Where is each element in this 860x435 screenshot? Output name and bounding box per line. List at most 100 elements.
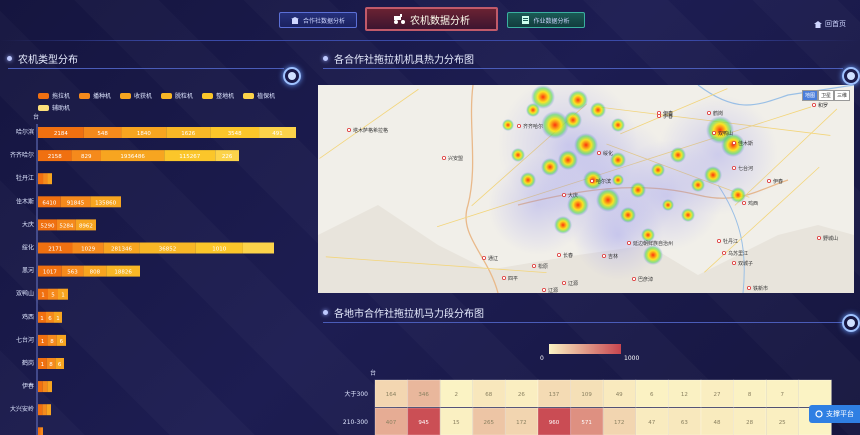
place-marker bbox=[602, 254, 605, 257]
bar-segment[interactable] bbox=[48, 173, 52, 184]
heat-spot[interactable] bbox=[630, 182, 646, 198]
place-marker bbox=[717, 239, 720, 242]
heat-spot[interactable] bbox=[520, 172, 536, 188]
color-scale[interactable]: 0 1000 bbox=[540, 344, 640, 364]
ring-icon bbox=[842, 314, 860, 332]
place-marker bbox=[557, 253, 560, 256]
data-label: 1626 bbox=[181, 131, 195, 137]
heat-spot[interactable] bbox=[564, 111, 582, 129]
tab-cooperative-analysis[interactable]: 合作社数据分析 bbox=[279, 12, 357, 28]
data-label: 8 bbox=[50, 339, 54, 345]
data-label: 8 bbox=[49, 362, 53, 368]
heat-spot[interactable] bbox=[651, 163, 665, 177]
data-label: 8962 bbox=[79, 223, 93, 229]
heat-spot[interactable] bbox=[558, 150, 578, 170]
legend-item[interactable]: 植保机 bbox=[243, 91, 275, 100]
heat-spot[interactable] bbox=[590, 102, 606, 118]
bar-segment[interactable] bbox=[38, 427, 41, 435]
heat-spot[interactable] bbox=[596, 188, 620, 212]
data-label: 3548 bbox=[228, 131, 242, 137]
heat-spot[interactable] bbox=[526, 103, 540, 117]
heat-spot[interactable] bbox=[611, 118, 625, 132]
cell-value: 6 bbox=[650, 392, 654, 398]
legend-swatch bbox=[202, 93, 213, 99]
bar-segment[interactable] bbox=[47, 404, 51, 415]
bar-segment[interactable] bbox=[38, 381, 43, 392]
bar-segment[interactable] bbox=[42, 404, 46, 415]
heat-spot[interactable] bbox=[670, 147, 686, 163]
row-label: 大于300 bbox=[345, 390, 369, 398]
home-link[interactable]: 回首页 bbox=[814, 19, 846, 29]
place-label: 鹤岗 bbox=[713, 110, 723, 117]
place-marker bbox=[632, 277, 635, 280]
map-canvas[interactable]: 塔木萨格希拉格兴安盟松原 长春 吉林 通辽辽源 伊春 鹤岗双鸭山七台河鸡西牡丹江乌苏里江 和… bbox=[318, 85, 854, 293]
data-label: 2184 bbox=[54, 131, 68, 137]
data-label: 491 bbox=[272, 131, 283, 137]
bar-segment[interactable] bbox=[38, 404, 42, 415]
heat-spot[interactable] bbox=[691, 178, 705, 192]
heat-spot[interactable] bbox=[681, 208, 695, 222]
data-label: 1936486 bbox=[120, 154, 145, 160]
heat-spot[interactable] bbox=[568, 90, 588, 110]
legend-label: 整地机 bbox=[216, 91, 234, 100]
legend-label: 拖拉机 bbox=[52, 91, 70, 100]
place-marker bbox=[532, 264, 535, 267]
bar-segment[interactable] bbox=[41, 427, 44, 435]
cell-value: 407 bbox=[386, 420, 397, 426]
bar-segment[interactable] bbox=[43, 173, 47, 184]
legend-item[interactable]: 脱粒机 bbox=[161, 91, 193, 100]
data-label: 5284 bbox=[59, 223, 73, 229]
heat-spot[interactable] bbox=[554, 216, 572, 234]
tractor-icon bbox=[393, 14, 406, 24]
heat-spot[interactable] bbox=[502, 119, 514, 131]
map-tool-satellite[interactable]: 卫星 bbox=[818, 90, 834, 101]
legend-swatch bbox=[79, 93, 90, 99]
heat-spot[interactable] bbox=[620, 207, 636, 223]
legend-item[interactable]: 整地机 bbox=[202, 91, 234, 100]
support-platform-button[interactable]: 支撑平台 bbox=[809, 405, 860, 423]
place-label: 塔木萨格希拉格 bbox=[353, 127, 388, 134]
home-icon bbox=[814, 21, 822, 28]
place-marker bbox=[562, 193, 565, 196]
heat-map[interactable]: 塔木萨格希拉格 兴安盟 松原 长春 吉林 通辽 辽源 伊春 鹤岗 双鸭山 七台河 鸡西 牡丹江 乌苏里江 和… bbox=[318, 85, 854, 293]
tab-machine-analysis[interactable]: 农机数据分析 bbox=[365, 7, 498, 31]
place-label: 野城山 bbox=[823, 235, 838, 242]
place-label: 巴彦淖 bbox=[638, 276, 653, 283]
heat-spot[interactable] bbox=[541, 158, 559, 176]
heat-spot[interactable] bbox=[511, 148, 525, 162]
bar-segment[interactable] bbox=[243, 243, 274, 254]
legend-item[interactable]: 拖拉机 bbox=[38, 91, 70, 100]
heat-spot[interactable] bbox=[541, 111, 569, 139]
data-label: 6 bbox=[48, 316, 52, 322]
heat-spot[interactable] bbox=[704, 166, 722, 184]
tab-operation-analysis[interactable]: 作业数据分析 bbox=[507, 12, 585, 28]
place-marker bbox=[747, 286, 750, 289]
data-label: 5 bbox=[51, 293, 55, 299]
place-marker bbox=[707, 111, 710, 114]
y-unit-label: 台 bbox=[33, 113, 39, 121]
bar-segment[interactable] bbox=[38, 173, 43, 184]
legend-item[interactable]: 收获机 bbox=[120, 91, 152, 100]
heat-spot[interactable] bbox=[730, 187, 746, 203]
bar-segment[interactable] bbox=[43, 381, 48, 392]
document-icon bbox=[522, 16, 529, 24]
map-tool-3d[interactable]: 三维 bbox=[834, 90, 850, 101]
heat-spot[interactable] bbox=[612, 174, 624, 186]
map-type-switch[interactable]: 地图 卫星 三维 bbox=[802, 90, 850, 101]
heat-spot[interactable] bbox=[643, 245, 663, 265]
place-marker bbox=[712, 131, 715, 134]
cell-value: 12 bbox=[681, 392, 688, 398]
heat-spot[interactable] bbox=[574, 133, 598, 157]
category-label: 黑河 bbox=[22, 267, 34, 275]
heat-spot[interactable] bbox=[662, 199, 674, 211]
legend-label: 播种机 bbox=[93, 91, 111, 100]
map-tool-map[interactable]: 地图 bbox=[802, 90, 818, 101]
heat-cell[interactable] bbox=[799, 380, 832, 407]
data-label: 808 bbox=[90, 270, 101, 276]
tab-label: 农机数据分析 bbox=[410, 12, 470, 27]
heat-spot[interactable] bbox=[641, 228, 655, 242]
legend-item[interactable]: 播种机 bbox=[79, 91, 111, 100]
place-label: 绥化 bbox=[603, 150, 613, 157]
bar-segment[interactable] bbox=[47, 381, 52, 392]
data-label: 1 bbox=[41, 339, 45, 345]
